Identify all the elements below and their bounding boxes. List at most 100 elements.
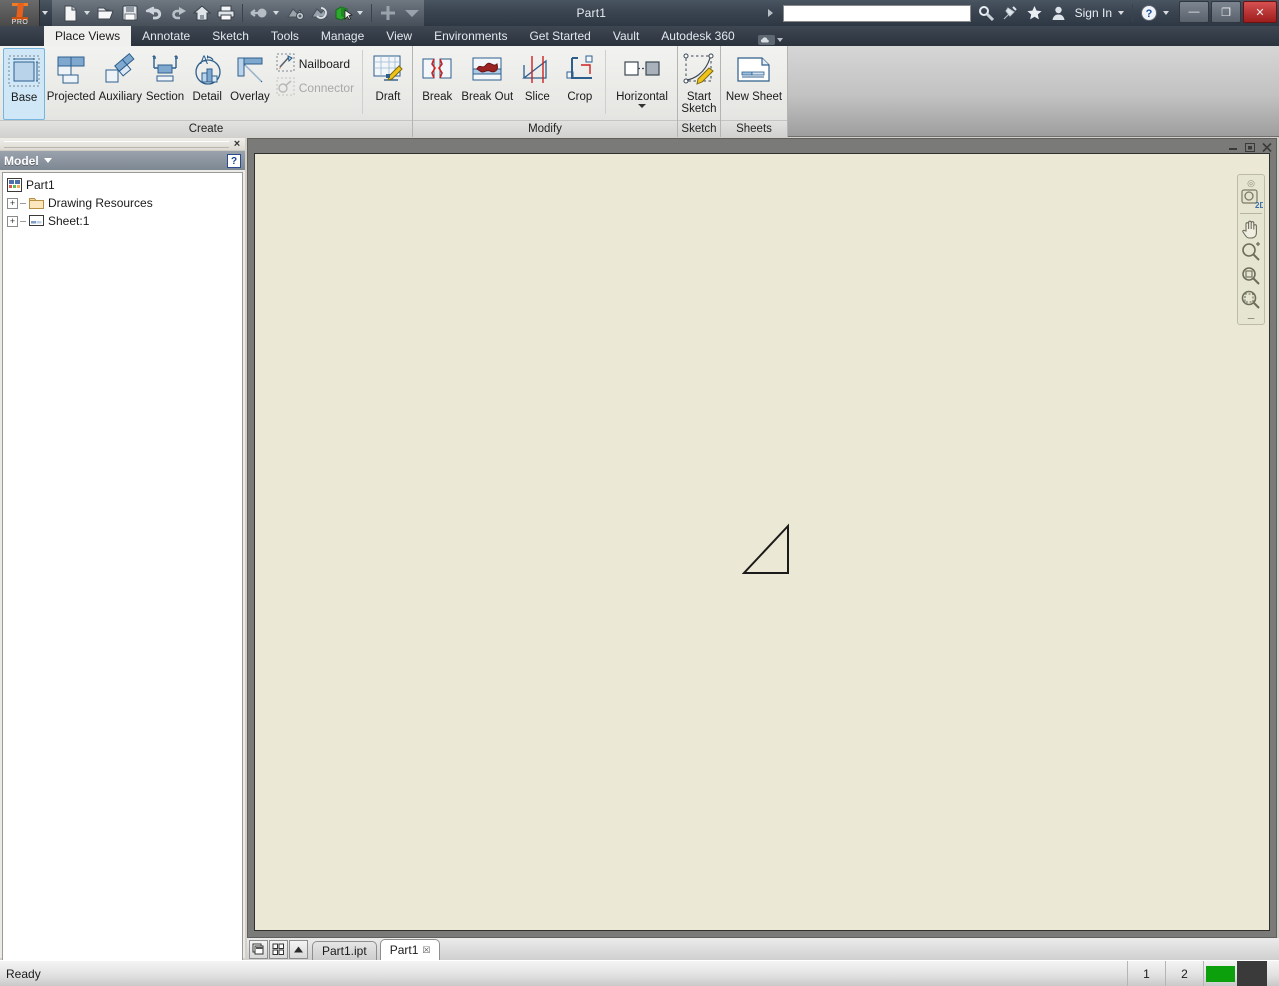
section-view-button[interactable]: Section	[144, 48, 186, 120]
tab-vault[interactable]: Vault	[602, 26, 650, 46]
sign-in-button[interactable]: Sign In	[1071, 6, 1116, 20]
tree-node-part1[interactable]: Part1	[5, 176, 240, 194]
break-button[interactable]: Break	[416, 48, 458, 120]
drawing-canvas[interactable]: ◎ 2D ⚊	[254, 153, 1270, 931]
start-sketch-button[interactable]: Start Sketch	[679, 48, 719, 120]
navbar-close-icon[interactable]: ◎	[1247, 179, 1255, 187]
break-out-button[interactable]: Break Out	[458, 48, 516, 120]
model-tree[interactable]: Part1 + Drawing Resources + Sheet:1	[2, 172, 243, 967]
customize-plus-icon[interactable]	[376, 1, 400, 25]
pan-hand-icon[interactable]	[1238, 216, 1264, 240]
tab-tools[interactable]: Tools	[260, 26, 310, 46]
update-icon[interactable]	[283, 1, 307, 25]
new-sheet-button[interactable]: New Sheet	[723, 48, 785, 120]
print-icon[interactable]	[214, 1, 238, 25]
base-view-button[interactable]: Base	[3, 48, 45, 120]
qat-overflow-icon[interactable]	[400, 1, 424, 25]
qat-expand-icon[interactable]	[759, 1, 783, 25]
redo-icon[interactable]	[166, 1, 190, 25]
expander-drawing-resources[interactable]: +	[7, 198, 18, 209]
section-view-icon	[147, 50, 183, 90]
undo-icon[interactable]	[142, 1, 166, 25]
draft-view-button[interactable]: Draft	[367, 48, 409, 120]
detail-view-button[interactable]: A Detail	[186, 48, 228, 120]
projected-view-button[interactable]: Projected	[45, 48, 97, 120]
user-account-icon[interactable]	[1047, 1, 1071, 25]
tab-get-started[interactable]: Get Started	[518, 26, 601, 46]
document-tab-part1-ipt[interactable]: Part1.ipt	[312, 941, 377, 960]
tab-autodesk-360[interactable]: Autodesk 360	[650, 26, 745, 46]
document-tab-part1[interactable]: Part1 ☒	[380, 939, 441, 960]
slice-button[interactable]: Slice	[516, 48, 558, 120]
break-label: Break	[422, 91, 452, 103]
browser-help-icon[interactable]: ?	[227, 154, 241, 168]
rebuild-icon[interactable]	[307, 1, 331, 25]
status-message: Ready	[0, 967, 41, 981]
restore-button[interactable]: ❐	[1211, 1, 1241, 23]
tab-environments[interactable]: Environments	[423, 26, 518, 46]
tab-place-views[interactable]: Place Views	[44, 26, 131, 46]
minimize-button[interactable]: —	[1179, 1, 1209, 23]
open-folder-icon[interactable]	[94, 1, 118, 25]
window-resize-grip[interactable]	[1267, 961, 1279, 986]
tree-node-drawing-resources[interactable]: + Drawing Resources	[5, 194, 240, 212]
zoom-window-icon[interactable]	[1238, 264, 1264, 288]
return-dropdown-icon[interactable]	[271, 1, 283, 25]
tab-annotate[interactable]: Annotate	[131, 26, 201, 46]
doc-close-button[interactable]	[1260, 141, 1274, 153]
document-tab-close-icon[interactable]: ☒	[422, 945, 430, 956]
browser-drag-grip[interactable]: ×	[0, 138, 245, 151]
search-input[interactable]	[783, 5, 971, 22]
tab-manage[interactable]: Manage	[310, 26, 375, 46]
help-dropdown-icon[interactable]	[1161, 1, 1173, 25]
connector-button[interactable]: Connector	[272, 76, 358, 100]
tab-view[interactable]: View	[375, 26, 423, 46]
satellite-icon[interactable]	[999, 1, 1023, 25]
new-dropdown-icon[interactable]	[82, 1, 94, 25]
panel-title-sketch: Sketch	[678, 120, 720, 137]
auxiliary-view-icon	[102, 50, 138, 90]
return-icon[interactable]	[247, 1, 271, 25]
chevron-down-icon[interactable]	[44, 158, 52, 163]
connector-label: Connector	[299, 81, 354, 95]
application-menu-button[interactable]: PRO	[0, 0, 40, 26]
zoom-plus-icon[interactable]	[1238, 240, 1264, 264]
new-document-icon[interactable]	[58, 1, 82, 25]
home-icon[interactable]	[190, 1, 214, 25]
search-icon[interactable]	[975, 1, 999, 25]
tab-sketch[interactable]: Sketch	[201, 26, 260, 46]
horizontal-button[interactable]: Horizontal	[610, 48, 674, 120]
app-menu-caret-icon[interactable]	[40, 1, 52, 25]
account-dropdown-icon[interactable]	[1116, 1, 1128, 25]
nailboard-button[interactable]: Nailboard	[272, 52, 358, 76]
overlay-view-button[interactable]: Overlay	[228, 48, 272, 120]
tree-node-sheet-1[interactable]: + Sheet:1	[5, 212, 240, 230]
cascade-windows-button[interactable]	[249, 940, 268, 959]
navbar-expand-icon[interactable]: ⚊	[1247, 312, 1255, 320]
tab-scroll-up-button[interactable]	[289, 940, 308, 959]
expander-sheet-1[interactable]: +	[7, 216, 18, 227]
status-cell-1: 1	[1127, 961, 1165, 986]
doc-minimize-button[interactable]	[1226, 141, 1240, 153]
zoom-all-icon[interactable]	[1238, 288, 1264, 312]
auxiliary-view-button[interactable]: Auxiliary	[97, 48, 144, 120]
select-dropdown-icon[interactable]	[355, 1, 367, 25]
break-out-label: Break Out	[461, 91, 513, 103]
viewcube-2d-icon[interactable]: 2D	[1238, 187, 1264, 211]
select-icon[interactable]	[331, 1, 355, 25]
browser-title: Model	[4, 154, 39, 168]
cloud-status-button[interactable]	[758, 34, 783, 46]
doc-restore-button[interactable]	[1243, 141, 1257, 153]
save-icon[interactable]	[118, 1, 142, 25]
drawing-geometry-triangle[interactable]	[740, 519, 800, 579]
close-button[interactable]: ✕	[1243, 1, 1277, 23]
crop-button[interactable]: Crop	[559, 48, 601, 120]
browser-close-button[interactable]: ×	[231, 138, 243, 150]
document-tab-label: Part1.ipt	[322, 944, 367, 958]
horizontal-dropdown-icon[interactable]	[638, 104, 646, 108]
favorites-star-icon[interactable]	[1023, 1, 1047, 25]
detail-view-icon: A	[189, 50, 225, 90]
help-icon[interactable]: ?	[1137, 1, 1161, 25]
tile-windows-button[interactable]	[269, 940, 288, 959]
tree-label-sheet-1: Sheet:1	[48, 214, 89, 228]
